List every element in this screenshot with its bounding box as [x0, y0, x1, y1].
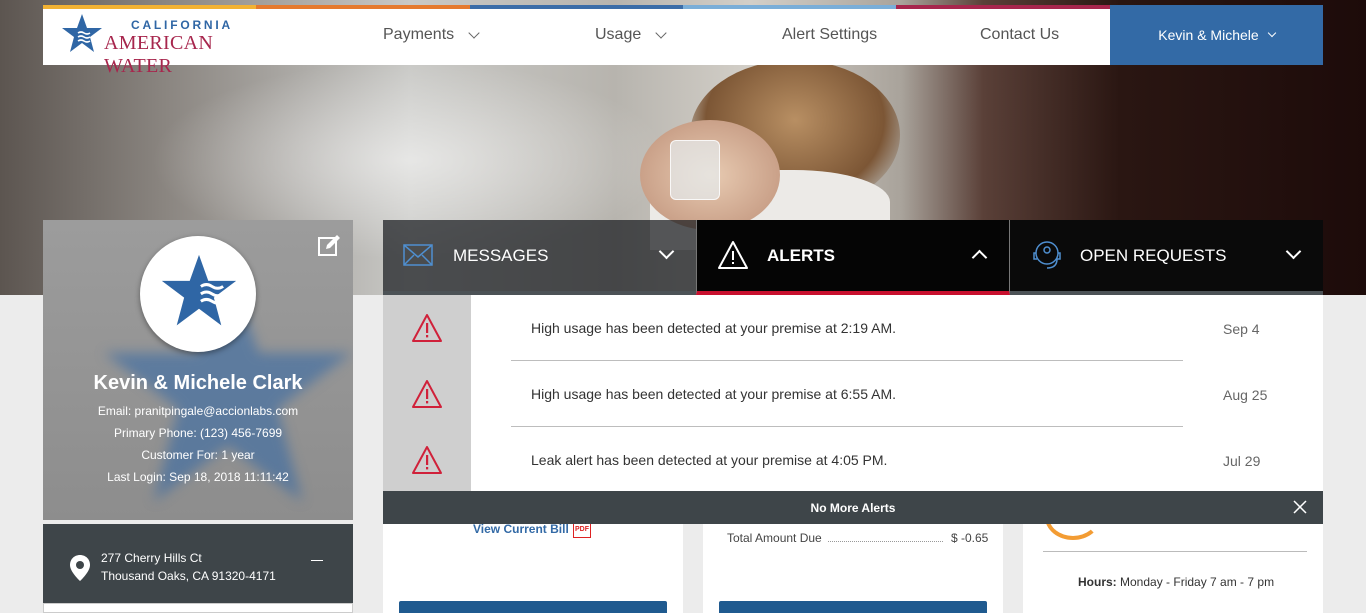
- view-current-bill-link[interactable]: View Current Bill: [473, 524, 569, 536]
- pdf-icon[interactable]: PDF: [573, 524, 591, 538]
- address-line-2: Thousand Oaks, CA 91320-4171: [101, 569, 276, 583]
- profile-name: Kevin & Michele Clark: [93, 372, 303, 394]
- alert-item[interactable]: High usage has been detected at your pre…: [383, 361, 1323, 427]
- alert-item[interactable]: Leak alert has been detected at your pre…: [383, 427, 1323, 493]
- chevron-down-icon: [1285, 243, 1302, 260]
- support-agent-icon: [1033, 241, 1061, 269]
- warning-icon: [412, 314, 442, 342]
- nav-payments[interactable]: Payments: [383, 5, 480, 65]
- nav-contact-us-label: Contact Us: [980, 26, 1060, 43]
- brand-line-2: AMERICAN WATER: [104, 32, 214, 77]
- profile-customer-for: Customer For: 1 year: [141, 448, 255, 462]
- tab-open-requests-label: OPEN REQUESTS: [1080, 245, 1227, 265]
- alert-date: Sep 4: [1223, 321, 1260, 337]
- nav-usage[interactable]: Usage: [595, 5, 667, 65]
- warning-icon: [718, 241, 748, 269]
- support-hours: Hours: Monday - Friday 7 am - 7 pm: [1078, 575, 1274, 589]
- alert-item[interactable]: High usage has been detected at your pre…: [383, 295, 1323, 361]
- tab-alerts[interactable]: ALERTS: [696, 220, 1010, 295]
- no-more-alerts-label: No More Alerts: [810, 500, 896, 515]
- total-amount-due-label: Total Amount Due: [727, 531, 822, 545]
- user-menu-button[interactable]: Kevin & Michele: [1110, 5, 1323, 65]
- alert-message: High usage has been detected at your pre…: [531, 320, 897, 336]
- billing-action-button[interactable]: [719, 601, 987, 613]
- bill-action-button[interactable]: [399, 601, 667, 613]
- chevron-down-icon: [468, 27, 480, 39]
- nav-usage-label: Usage: [595, 26, 642, 43]
- next-panel-edge: [43, 603, 353, 613]
- chevron-up-icon: [971, 249, 988, 266]
- avatar: [140, 236, 256, 352]
- profile-phone: Primary Phone: (123) 456-7699: [113, 426, 283, 440]
- alerts-panel: High usage has been detected at your pre…: [383, 295, 1323, 491]
- alerts-footer: No More Alerts: [383, 491, 1323, 524]
- nav-contact-us[interactable]: Contact Us: [980, 5, 1059, 65]
- support-phone-icon: [1045, 524, 1101, 540]
- profile-card: Kevin & Michele Clark Email: pranitpinga…: [43, 220, 353, 520]
- brand-line-1: CALIFORNIA: [131, 18, 233, 32]
- nav-alert-settings[interactable]: Alert Settings: [782, 5, 877, 65]
- chevron-down-icon: [658, 243, 675, 260]
- top-navigation: CALIFORNIA AMERICAN WATER Payments Usage…: [43, 5, 1323, 77]
- alert-date: Aug 25: [1223, 387, 1268, 403]
- tab-messages[interactable]: MESSAGES: [383, 220, 696, 295]
- tab-messages-label: MESSAGES: [453, 245, 549, 265]
- bill-card: View Current Bill PDF: [383, 524, 683, 613]
- chevron-down-icon: [655, 27, 667, 39]
- profile-email: Email: pranitpingale@accionlabs.com: [97, 404, 299, 418]
- brand-logo[interactable]: CALIFORNIA AMERICAN WATER: [43, 5, 256, 77]
- hours-value: Monday - Friday 7 am - 7 pm: [1120, 575, 1275, 589]
- location-pin-icon: [70, 555, 90, 581]
- profile-last-login: Last Login: Sep 18, 2018 11:11:42: [107, 470, 289, 484]
- chevron-down-icon: [1267, 28, 1276, 37]
- alert-date: Jul 29: [1223, 453, 1261, 469]
- total-amount-due-value: $ -0.65: [951, 531, 989, 545]
- collapse-icon[interactable]: [311, 560, 323, 561]
- support-card: Hours: Monday - Friday 7 am - 7 pm: [1023, 524, 1323, 613]
- alert-message: High usage has been detected at your pre…: [531, 386, 897, 402]
- tab-open-requests[interactable]: OPEN REQUESTS: [1010, 220, 1323, 295]
- address-line-1: 277 Cherry Hills Ct: [101, 551, 202, 565]
- nav-alert-settings-label: Alert Settings: [782, 26, 878, 43]
- warning-icon: [412, 446, 442, 474]
- warning-icon: [412, 380, 442, 408]
- alert-message: Leak alert has been detected at your pre…: [531, 452, 888, 468]
- star-logo-icon: [62, 14, 102, 52]
- dashboard-tabs: MESSAGES ALERTS OPEN REQUESTS: [383, 220, 1323, 295]
- amount-due-card: Total Amount Due $ -0.65: [703, 524, 1003, 613]
- star-logo-icon: [161, 254, 237, 326]
- envelope-icon: [403, 244, 433, 266]
- nav-payments-label: Payments: [383, 26, 455, 43]
- hours-label: Hours:: [1078, 575, 1117, 589]
- tab-alerts-label: ALERTS: [767, 245, 835, 265]
- address-panel[interactable]: 277 Cherry Hills Ct Thousand Oaks, CA 91…: [43, 524, 353, 604]
- close-icon[interactable]: [1293, 500, 1307, 514]
- edit-icon[interactable]: [317, 234, 341, 258]
- user-menu-label: Kevin & Michele: [1158, 27, 1259, 43]
